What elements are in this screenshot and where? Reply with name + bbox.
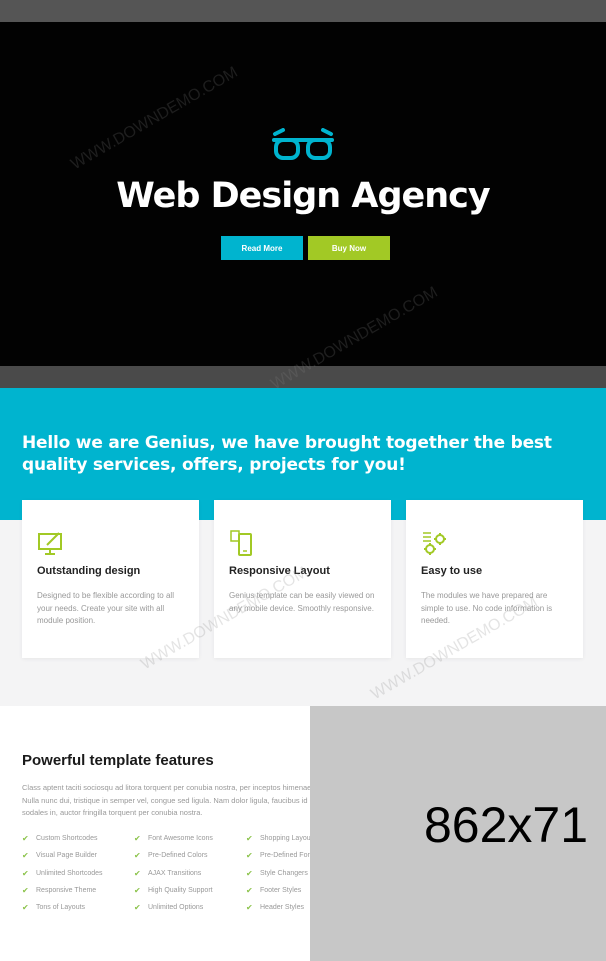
check-icon: ✔ — [22, 868, 29, 878]
feature-card-easy: Easy to use The modules we have prepared… — [406, 500, 583, 658]
monitor-icon — [38, 532, 62, 555]
check-icon: ✔ — [134, 868, 141, 878]
check-icon: ✔ — [134, 851, 141, 861]
placeholder-label: 862x71 — [424, 797, 589, 853]
card-title: Easy to use — [421, 565, 483, 577]
card-body: Genius template can be easily viewed on … — [229, 591, 375, 613]
list-item: ✔ Font Awesome Icons — [134, 834, 213, 844]
features-list-3: ✔ Shopping Layouts ✔ Pre-Defined Fonts ✔ St… — [246, 830, 317, 916]
check-icon: ✔ — [246, 903, 253, 913]
list-item: ✔ Responsive Theme — [22, 886, 97, 896]
image-placeholder: 862x71 — [310, 706, 606, 961]
list-item: ✔ Tons of Layouts — [22, 903, 86, 913]
check-icon: ✔ — [22, 851, 29, 861]
list-item: ✔ Unlimited Options — [134, 903, 204, 913]
top-bar — [0, 0, 606, 22]
check-icon: ✔ — [22, 886, 29, 896]
check-icon: ✔ — [22, 903, 29, 913]
buy-now-button[interactable]: Buy Now — [308, 236, 390, 260]
read-more-button[interactable]: Read More — [221, 236, 303, 260]
gears-icon — [423, 532, 446, 555]
list-item: ✔ Footer Styles — [246, 886, 302, 896]
card-title: Responsive Layout — [229, 565, 330, 577]
features-paragraph: Class aptent taciti sociosqu ad litora t… — [22, 783, 322, 817]
hero-title: Web Design Agency — [116, 176, 490, 216]
feature-card-design: Outstanding design Designed to be flexib… — [22, 500, 199, 658]
list-item: ✔ Custom Shortcodes — [22, 834, 98, 844]
check-icon: ✔ — [246, 886, 253, 896]
mobile-icon — [230, 530, 252, 556]
features-list-2: ✔ Font Awesome Icons ✔ Pre-Defined Colors … — [134, 830, 213, 916]
check-icon: ✔ — [246, 834, 253, 844]
check-icon: ✔ — [246, 868, 253, 878]
card-body: The modules we have prepared are simple … — [421, 591, 553, 625]
hero-bottom-strip — [0, 366, 606, 388]
features-list-1: ✔ Custom Shortcodes ✔ Visual Page Builder … — [22, 830, 103, 916]
list-item: ✔ Unlimited Shortcodes — [22, 868, 103, 878]
features-title: Powerful template features — [22, 752, 214, 769]
list-item: ✔ AJAX Transitions — [134, 868, 202, 878]
list-item: ✔ High Quality Support — [134, 886, 213, 896]
list-item: ✔ Style Changers — [246, 868, 308, 878]
glasses-icon — [272, 128, 334, 160]
check-icon: ✔ — [134, 834, 141, 844]
list-item: ✔ Shopping Layouts — [246, 834, 317, 844]
list-item: ✔ Header Styles — [246, 903, 304, 913]
check-icon: ✔ — [246, 851, 253, 861]
intro-headline: Hello we are Genius, we have brought tog… — [22, 433, 552, 475]
check-icon: ✔ — [134, 886, 141, 896]
list-item: ✔ Pre-Defined Colors — [134, 851, 208, 861]
list-item: ✔ Visual Page Builder — [22, 851, 97, 861]
check-icon: ✔ — [134, 903, 141, 913]
feature-card-responsive: Responsive Layout Genius template can be… — [214, 500, 391, 658]
card-body: Designed to be flexible according to all… — [37, 591, 174, 625]
card-title: Outstanding design — [37, 565, 141, 577]
list-item: ✔ Pre-Defined Fonts — [246, 851, 317, 861]
check-icon: ✔ — [22, 834, 29, 844]
